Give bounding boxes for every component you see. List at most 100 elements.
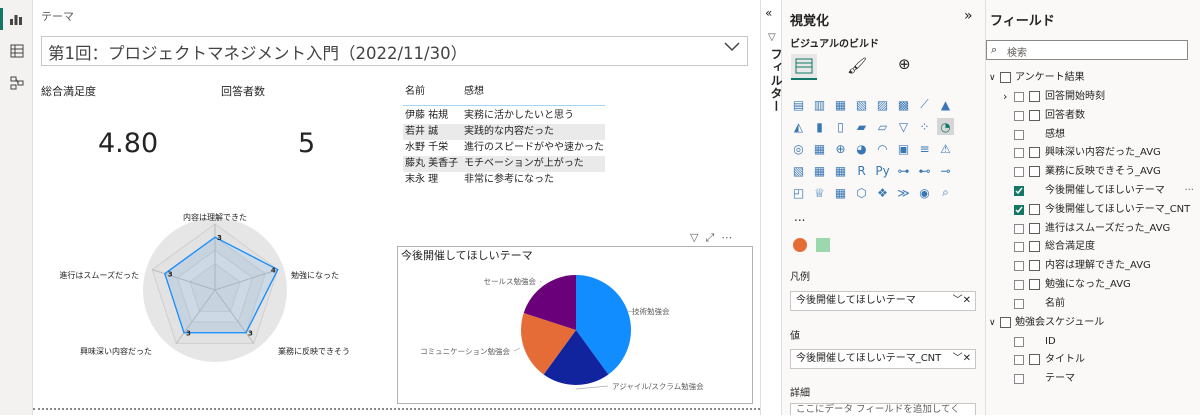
field-item[interactable]: 総合満足度 <box>986 239 1200 255</box>
smart-narrative-visual-icon[interactable]: ◰ <box>790 184 807 201</box>
analytics-tab-icon[interactable]: ⊕ <box>898 55 911 73</box>
chevron-down-icon[interactable]: ∨ <box>989 315 996 331</box>
decomposition-tree-visual-icon[interactable]: ⊷ <box>916 162 933 179</box>
pie-visual-icon[interactable]: ◔ <box>937 118 954 135</box>
100-bar-visual-icon[interactable]: ▨ <box>874 96 891 113</box>
collapse-left-icon[interactable]: « <box>765 6 772 20</box>
card-visual-icon[interactable]: ▣ <box>895 140 912 157</box>
pie-data-label: 技術勉強会 <box>632 306 670 316</box>
map-visual-icon[interactable]: ⊕ <box>832 140 849 157</box>
values-well-field[interactable]: 今後開催してほしいテーマ_CNT ﹀✕ <box>790 349 976 369</box>
field-checkbox[interactable] <box>1014 129 1024 140</box>
clustered-column-visual-icon[interactable]: ▧ <box>853 96 870 113</box>
python-visual-visual-icon[interactable]: Py <box>874 162 891 179</box>
kpi-visual-icon[interactable]: ⚠ <box>937 140 954 157</box>
field-item[interactable]: 回答者数 <box>986 108 1200 124</box>
chevron-right-icon[interactable]: › <box>1003 89 1007 105</box>
stacked-bar-visual-icon[interactable]: ▤ <box>790 96 807 113</box>
line-clustered-visual-icon[interactable]: ▯ <box>832 118 849 135</box>
area-visual-icon[interactable]: ▲ <box>937 96 954 113</box>
matrix-visual-icon[interactable]: ▦ <box>832 162 849 179</box>
field-table-1[interactable]: ∨ 勉強会スケジュール <box>986 315 1200 331</box>
field-item[interactable]: タイトル <box>986 352 1200 368</box>
power-apps-visual-icon[interactable]: ⬡ <box>853 184 870 201</box>
field-checkbox[interactable] <box>1014 374 1024 385</box>
field-checkbox[interactable] <box>1014 336 1024 347</box>
azure-map-visual-icon[interactable]: ◉ <box>916 184 933 201</box>
field-item[interactable]: 進行はスムーズだった_AVG <box>986 221 1200 237</box>
field-item[interactable]: 感想 <box>986 127 1200 143</box>
multi-row-card-visual-icon[interactable]: ≡ <box>916 140 933 157</box>
r-visual-visual-icon[interactable]: R <box>853 162 870 179</box>
gauge-visual-icon[interactable]: ◠ <box>874 140 891 157</box>
donut-visual-icon[interactable]: ◎ <box>790 140 807 157</box>
metrics-visual-icon[interactable]: ♕ <box>811 184 828 201</box>
field-item[interactable]: 今後開催してほしいテーマ ··· <box>986 183 1200 199</box>
qa-visual-icon[interactable]: ⊸ <box>937 162 954 179</box>
field-checkbox[interactable] <box>1014 186 1024 196</box>
map-format-icon[interactable] <box>816 238 830 252</box>
field-checkbox[interactable] <box>1014 280 1024 290</box>
key-influencers-visual-icon[interactable]: ⊶ <box>895 162 912 179</box>
field-checkbox[interactable] <box>1014 167 1024 178</box>
arcgis-visual-icon[interactable]: ≫ <box>895 184 912 201</box>
expand-right-icon[interactable]: » <box>964 8 973 24</box>
field-item[interactable]: 名前 <box>986 296 1200 312</box>
field-item[interactable]: 勉強になった_AVG <box>986 277 1200 293</box>
format-visual-tab-icon[interactable]: 🖌 <box>847 56 867 75</box>
field-table-0[interactable]: ∨ アンケート結果 <box>986 70 1200 86</box>
field-item[interactable]: 今後開催してほしいテーマ_CNT <box>986 202 1200 218</box>
details-well-dropzone[interactable]: ここにデータ フィールドを追加してく <box>790 403 976 415</box>
data-view-icon[interactable] <box>6 40 28 62</box>
stacked-column-visual-icon[interactable]: ▥ <box>811 96 828 113</box>
field-checkbox[interactable] <box>1014 223 1024 234</box>
chevron-down-icon[interactable] <box>724 42 740 52</box>
more-options-icon[interactable]: ⋯ <box>721 231 732 244</box>
line-column-visual-icon[interactable]: ▮ <box>811 118 828 135</box>
power-automate-visual-icon[interactable]: ❖ <box>874 184 891 201</box>
field-item[interactable]: テーマ <box>986 371 1200 387</box>
table-header: 名前 感想 <box>403 82 605 106</box>
search-visual-icon[interactable]: ⌕ <box>937 184 954 201</box>
build-visual-tab-icon[interactable] <box>791 54 817 80</box>
field-checkbox[interactable] <box>1014 355 1024 366</box>
field-item[interactable]: 内容は理解できた_AVG <box>986 258 1200 274</box>
more-options-icon[interactable]: ··· <box>1184 183 1194 199</box>
clustered-bar-visual-icon[interactable]: ▦ <box>832 96 849 113</box>
table-visual-icon[interactable]: ▦ <box>811 162 828 179</box>
chevron-close-icon[interactable]: ﹀✕ <box>953 350 971 368</box>
waterfall-visual-icon[interactable]: ▱ <box>874 118 891 135</box>
funnel-visual-icon[interactable]: ▽ <box>895 118 912 135</box>
legend-well-field[interactable]: 今後開催してほしいテーマ ﹀✕ <box>790 291 976 311</box>
filter-icon[interactable]: ▽ <box>690 231 698 244</box>
treemap-visual-icon[interactable]: ▦ <box>811 140 828 157</box>
field-checkbox[interactable] <box>1014 204 1024 215</box>
more-visuals-button[interactable]: ... <box>794 210 805 224</box>
filled-map-visual-icon[interactable]: ◕ <box>853 140 870 157</box>
field-item[interactable]: › 回答開始時刻 <box>986 89 1200 105</box>
paginated-visual-icon[interactable]: ▦ <box>832 184 849 201</box>
scatter-visual-icon[interactable]: ⁘ <box>916 118 933 135</box>
field-checkbox[interactable] <box>1014 242 1024 253</box>
radar-chart: 3 4 3 3 3 内容は理解できた勉強になった業務に反映できそう 興味深い内容だった 進行は… <box>60 212 350 362</box>
line-visual-icon[interactable]: ⟋ <box>916 96 933 113</box>
focus-mode-icon[interactable]: ⤢ <box>705 231 714 244</box>
field-checkbox[interactable] <box>1014 148 1024 159</box>
funnel-icon: ▽ <box>768 32 776 43</box>
ribbon-visual-icon[interactable]: ▰ <box>853 118 870 135</box>
field-item[interactable]: 興味深い内容だった_AVG <box>986 145 1200 161</box>
field-checkbox[interactable] <box>1014 110 1024 121</box>
chevron-down-icon[interactable]: ∨ <box>989 70 996 86</box>
field-checkbox[interactable] <box>1014 261 1024 272</box>
model-view-icon[interactable] <box>6 72 28 94</box>
field-checkbox[interactable] <box>1014 92 1024 102</box>
field-checkbox[interactable] <box>1014 298 1024 309</box>
field-item[interactable]: ID <box>986 334 1200 350</box>
100-column-visual-icon[interactable]: ▩ <box>895 96 912 113</box>
slicer-visual-icon[interactable]: ▧ <box>790 162 807 179</box>
chevron-close-icon[interactable]: ﹀✕ <box>953 292 971 310</box>
report-view-icon[interactable] <box>0 8 28 30</box>
pie-format-icon[interactable] <box>793 238 807 252</box>
field-item[interactable]: 業務に反映できそう_AVG <box>986 164 1200 180</box>
stacked-area-visual-icon[interactable]: ◭ <box>790 118 807 135</box>
